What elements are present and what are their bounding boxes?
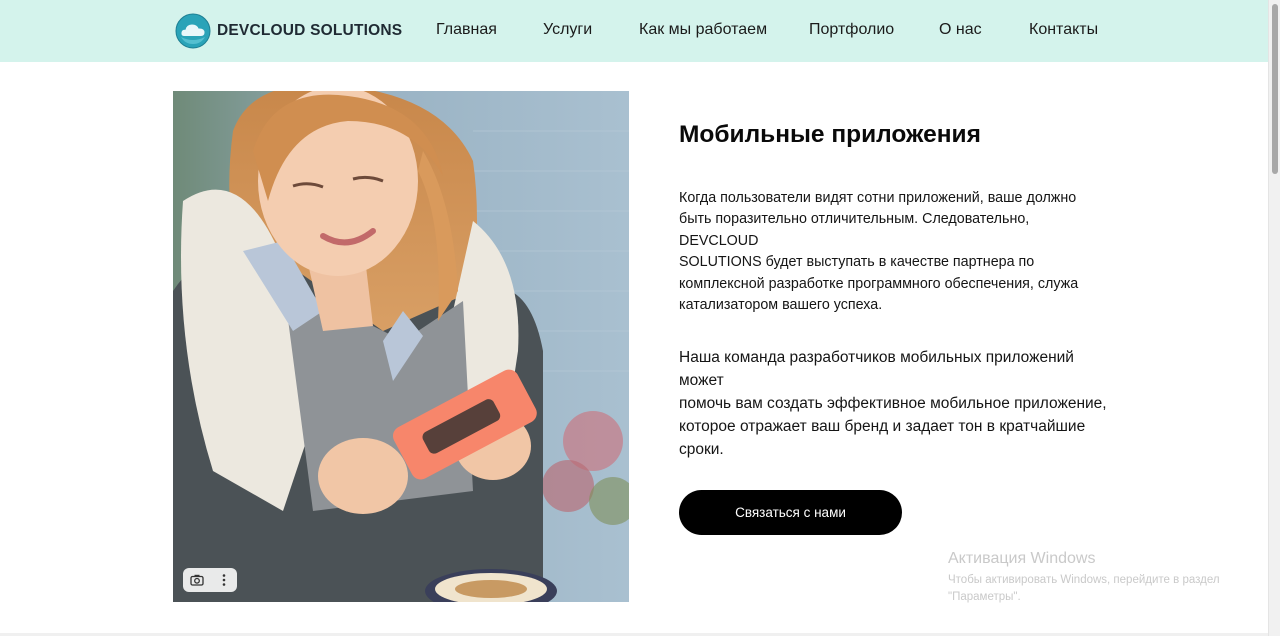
more-vertical-icon (222, 574, 225, 586)
intro-line: DEVCLOUD (679, 232, 759, 249)
nav-item-contacts[interactable]: Контакты (1029, 21, 1098, 39)
camera-button[interactable] (183, 568, 210, 592)
section-title: Мобильные приложения (679, 121, 981, 148)
cloud-logo-icon (175, 13, 211, 49)
team-line: Наша команда разработчиков мобильных при… (679, 349, 1074, 366)
contact-us-button[interactable]: Связаться с нами (679, 490, 902, 535)
nav-item-portfolio[interactable]: Портфолио (809, 21, 894, 39)
team-line: которое отражает ваш бренд и задает тон … (679, 418, 1086, 435)
intro-line: быть поразительно отличительным. Следова… (679, 211, 1030, 228)
windows-activation-line: "Параметры". (948, 590, 1021, 603)
image-toolbar (183, 568, 237, 592)
intro-line: комплексной разработке программного обес… (679, 275, 1079, 292)
windows-activation-line: Чтобы активировать Windows, перейдите в … (948, 574, 1220, 586)
brand-logo[interactable]: DEVCLOUD SOLUTIONS (175, 12, 402, 50)
page-scrollbar[interactable] (1268, 0, 1280, 636)
windows-activation-text: Чтобы активировать Windows, перейдите в … (948, 572, 1248, 605)
team-paragraph: Наша команда разработчиков мобильных при… (679, 346, 1109, 461)
site-header: DEVCLOUD SOLUTIONS Главная Услуги Как мы… (0, 0, 1268, 62)
intro-line: SOLUTIONS будет выступать в качестве пар… (679, 254, 1035, 271)
scroll-thumb[interactable] (1272, 4, 1278, 174)
brand-name: DEVCLOUD SOLUTIONS (217, 22, 403, 39)
camera-icon (189, 574, 204, 586)
nav-item-home[interactable]: Главная (436, 21, 497, 39)
intro-line: катализатором вашего успеха. (679, 297, 883, 314)
hero-photo (173, 91, 629, 602)
nav-item-services[interactable]: Услуги (543, 21, 592, 39)
intro-paragraph: Когда пользователи видят сотни приложени… (679, 188, 1099, 316)
nav-item-how-we-work[interactable]: Как мы работаем (639, 21, 767, 39)
windows-activation-title: Активация Windows (948, 550, 1096, 567)
nav-item-about[interactable]: О нас (939, 21, 982, 39)
more-options-button[interactable] (210, 568, 237, 592)
intro-line: Когда пользователи видят сотни приложени… (679, 190, 1077, 206)
team-line: сроки. (679, 441, 724, 458)
team-line: помочь вам создать эффективное мобильное… (679, 395, 1107, 412)
team-line: может (679, 372, 724, 389)
woman-with-phone-illustration (173, 91, 629, 602)
